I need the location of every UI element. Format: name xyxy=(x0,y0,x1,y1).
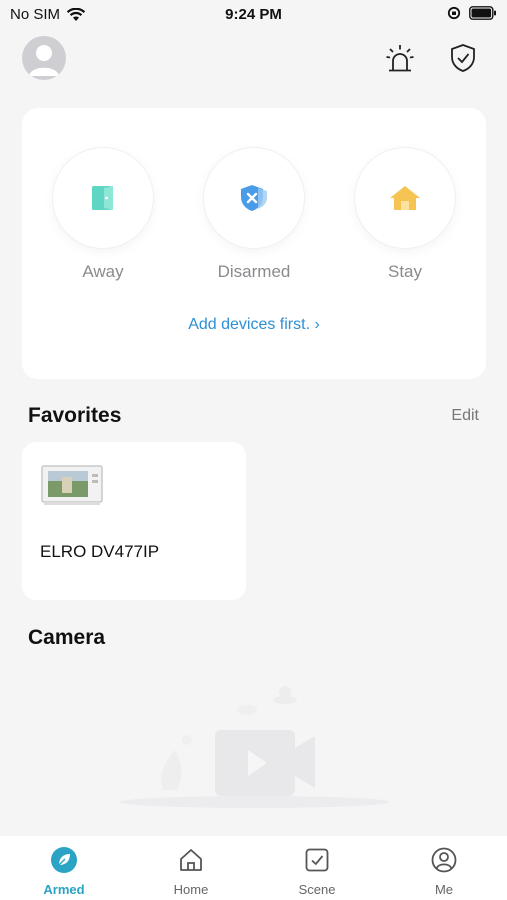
battery-icon xyxy=(469,6,496,20)
tab-scene-label: Scene xyxy=(298,882,336,897)
status-bar: No SIM 9:24 PM xyxy=(0,0,507,32)
siren-icon xyxy=(386,45,414,72)
person-icon xyxy=(29,45,59,76)
security-button[interactable] xyxy=(448,42,478,74)
mode-away[interactable]: Away xyxy=(53,148,153,282)
mode-disarmed[interactable]: Disarmed xyxy=(204,148,304,282)
empty-camera-illustration xyxy=(120,686,390,808)
favorites-title: Favorites xyxy=(28,404,122,427)
mode-stay-circle[interactable] xyxy=(355,148,455,248)
orientation-lock-icon xyxy=(447,6,461,20)
bottom-tab-bar: Armed Home Scene Me xyxy=(0,836,507,900)
shield-x-icon xyxy=(241,185,267,211)
status-right xyxy=(447,6,497,20)
mode-away-circle[interactable] xyxy=(53,148,153,248)
tab-armed-label: Armed xyxy=(43,882,85,897)
top-bar xyxy=(0,36,507,84)
checkbox-icon xyxy=(305,848,329,872)
mode-disarmed-label: Disarmed xyxy=(217,262,291,281)
tab-armed[interactable]: Armed xyxy=(24,844,104,897)
mode-away-label: Away xyxy=(82,262,124,281)
status-time: 9:24 PM xyxy=(225,6,282,23)
house-icon xyxy=(390,186,420,210)
add-devices-link[interactable]: Add devices first. › xyxy=(22,316,486,334)
camera-title: Camera xyxy=(28,626,106,649)
favorite-device-name: ELRO DV477IP xyxy=(40,542,160,561)
tab-home[interactable]: Home xyxy=(151,844,231,897)
tab-me[interactable]: Me xyxy=(404,844,484,897)
mode-stay-label: Stay xyxy=(387,262,423,281)
tab-armed-icon-wrap xyxy=(48,844,80,876)
tab-me-label: Me xyxy=(434,882,454,897)
leaf-icon xyxy=(51,847,77,873)
tab-home-label: Home xyxy=(173,882,209,897)
home-icon xyxy=(180,849,202,871)
device-thumbnail xyxy=(41,465,103,505)
door-icon xyxy=(92,186,113,210)
favorite-device-card[interactable]: ELRO DV477IP xyxy=(22,442,246,600)
mode-disarmed-circle[interactable] xyxy=(204,148,304,248)
tab-scene-icon-wrap xyxy=(301,844,333,876)
edit-favorites-link[interactable]: Edit xyxy=(451,407,479,425)
tab-home-icon-wrap xyxy=(175,844,207,876)
security-mode-card: Away Disarmed Stay Add devices first. › xyxy=(22,108,486,379)
tab-scene[interactable]: Scene xyxy=(277,844,357,897)
user-circle-icon xyxy=(431,847,457,873)
tab-me-icon-wrap xyxy=(428,844,460,876)
alarm-button[interactable] xyxy=(384,42,416,74)
avatar[interactable] xyxy=(22,36,66,80)
shield-check-icon xyxy=(451,44,475,72)
mode-stay[interactable]: Stay xyxy=(355,148,455,282)
